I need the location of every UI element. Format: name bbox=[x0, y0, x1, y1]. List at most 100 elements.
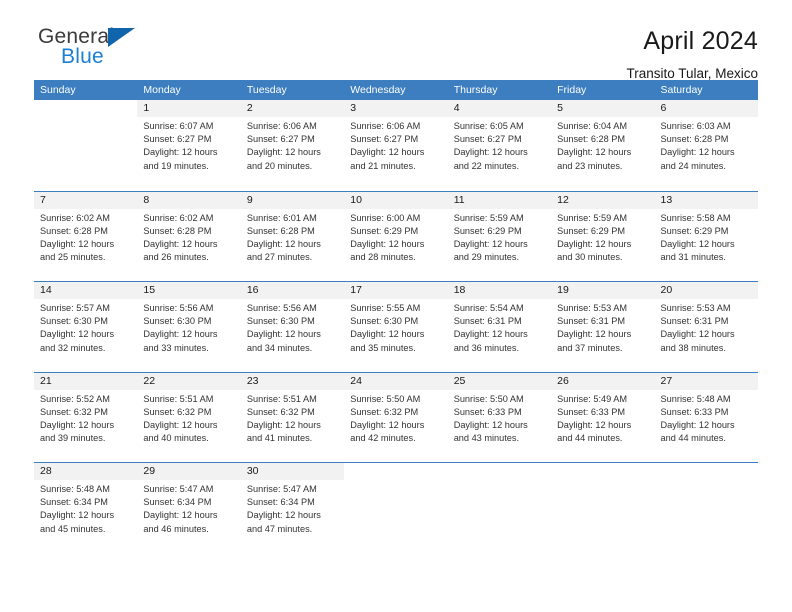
sunset-text: Sunset: 6:29 PM bbox=[660, 225, 729, 236]
day-number: 23 bbox=[246, 374, 259, 387]
day-number: 19 bbox=[557, 284, 569, 296]
day-cell-2[interactable]: 2 Sunrise: 6:06 AM Sunset: 6:27 PM Dayli… bbox=[240, 100, 345, 191]
day-info: Sunrise: 6:06 AM Sunset: 6:27 PM Dayligh… bbox=[241, 117, 344, 173]
sunrise-text: Sunrise: 5:56 AM bbox=[143, 303, 214, 313]
day-cell-27[interactable]: 27 Sunrise: 5:48 AM Sunset: 6:33 PM Dayl… bbox=[654, 372, 758, 463]
day-number-band: 23 bbox=[240, 372, 345, 390]
day-cell-1[interactable]: 1 Sunrise: 6:07 AM Sunset: 6:27 PM Dayli… bbox=[137, 100, 241, 191]
day-cell-30[interactable]: 30 Sunrise: 5:47 AM Sunset: 6:34 PM Dayl… bbox=[240, 463, 345, 553]
sunset-text: Sunset: 6:28 PM bbox=[40, 225, 108, 236]
sunrise-text: Sunrise: 5:51 AM bbox=[246, 393, 317, 404]
day-cell-15[interactable]: 15 Sunrise: 5:56 AM Sunset: 6:30 PM Dayl… bbox=[137, 282, 241, 372]
brand-logo[interactable]: General Blue bbox=[34, 26, 158, 74]
daylight-text-line1: Daylight: 12 hours bbox=[660, 419, 735, 430]
day-cell-empty bbox=[448, 463, 551, 553]
day-cell-13[interactable]: 13 Sunrise: 5:58 AM Sunset: 6:29 PM Dayl… bbox=[654, 191, 758, 282]
sunset-text: Sunset: 6:31 PM bbox=[660, 316, 729, 327]
day-number: 25 bbox=[453, 374, 466, 387]
daylight-text-line2: and 44 minutes. bbox=[660, 433, 726, 444]
sunrise-text: Sunrise: 5:54 AM bbox=[453, 303, 524, 313]
day-number-band: 27 bbox=[654, 372, 758, 390]
sunrise-text: Sunrise: 5:55 AM bbox=[350, 303, 421, 313]
day-cell-23[interactable]: 23 Sunrise: 5:51 AM Sunset: 6:32 PM Dayl… bbox=[240, 372, 345, 463]
day-info: Sunrise: 6:03 AM Sunset: 6:28 PM Dayligh… bbox=[655, 117, 758, 173]
day-cell-16[interactable]: 16 Sunrise: 5:56 AM Sunset: 6:30 PM Dayl… bbox=[240, 282, 345, 372]
daylight-text-line2: and 28 minutes. bbox=[350, 252, 416, 263]
day-info: Sunrise: 5:50 AM Sunset: 6:32 PM Dayligh… bbox=[344, 390, 447, 446]
day-number-band: 1 bbox=[137, 100, 241, 117]
day-number-band: 24 bbox=[344, 372, 448, 390]
day-cell-26[interactable]: 26 Sunrise: 5:49 AM Sunset: 6:33 PM Dayl… bbox=[551, 372, 655, 463]
day-cell-14[interactable]: 14 Sunrise: 5:57 AM Sunset: 6:30 PM Dayl… bbox=[34, 282, 138, 372]
day-cell-12[interactable]: 12 Sunrise: 5:59 AM Sunset: 6:29 PM Dayl… bbox=[551, 191, 655, 282]
sunset-text: Sunset: 6:30 PM bbox=[350, 316, 419, 327]
sunset-text: Sunset: 6:27 PM bbox=[350, 134, 419, 145]
page-header: General Blue April 2024 Transito Tular, … bbox=[34, 0, 758, 82]
day-number: 17 bbox=[350, 284, 362, 296]
sunrise-text: Sunrise: 5:58 AM bbox=[660, 212, 731, 223]
sunrise-text: Sunrise: 6:02 AM bbox=[40, 212, 110, 223]
day-info: Sunrise: 6:04 AM Sunset: 6:28 PM Dayligh… bbox=[551, 117, 654, 173]
day-number-band: 2 bbox=[240, 100, 345, 117]
daylight-text-line2: and 33 minutes. bbox=[143, 342, 209, 353]
day-info: Sunrise: 5:58 AM Sunset: 6:29 PM Dayligh… bbox=[655, 209, 758, 265]
day-cell-4[interactable]: 4 Sunrise: 6:05 AM Sunset: 6:27 PM Dayli… bbox=[447, 100, 552, 191]
weekday-header-row: Sunday Monday Tuesday Wednesday Thursday… bbox=[34, 80, 758, 100]
day-cell-3[interactable]: 3 Sunrise: 6:06 AM Sunset: 6:27 PM Dayli… bbox=[344, 100, 448, 191]
day-cell-22[interactable]: 22 Sunrise: 5:51 AM Sunset: 6:32 PM Dayl… bbox=[137, 372, 241, 463]
brand-name-blue: Blue bbox=[61, 45, 104, 68]
day-number-band bbox=[34, 100, 137, 117]
day-cell-25[interactable]: 25 Sunrise: 5:50 AM Sunset: 6:33 PM Dayl… bbox=[447, 372, 552, 463]
weekday-header-friday: Friday bbox=[557, 84, 587, 96]
day-cell-18[interactable]: 18 Sunrise: 5:54 AM Sunset: 6:31 PM Dayl… bbox=[447, 282, 552, 372]
sunrise-text: Sunrise: 5:56 AM bbox=[246, 303, 317, 313]
daylight-text-line1: Daylight: 12 hours bbox=[143, 147, 218, 158]
day-cell-8[interactable]: 8 Sunrise: 6:02 AM Sunset: 6:28 PM Dayli… bbox=[137, 191, 241, 282]
day-cell-7[interactable]: 7 Sunrise: 6:02 AM Sunset: 6:28 PM Dayli… bbox=[34, 191, 138, 282]
day-number: 4 bbox=[453, 102, 460, 114]
day-number-band: 21 bbox=[34, 372, 138, 390]
day-number: 3 bbox=[350, 102, 357, 114]
daylight-text-line1: Daylight: 12 hours bbox=[40, 419, 115, 430]
day-cell-29[interactable]: 29 Sunrise: 5:47 AM Sunset: 6:34 PM Dayl… bbox=[137, 463, 241, 553]
daylight-text-line2: and 31 minutes. bbox=[660, 252, 726, 263]
day-number-band: 9 bbox=[240, 191, 345, 209]
day-number: 26 bbox=[557, 374, 569, 387]
day-cell-20[interactable]: 20 Sunrise: 5:53 AM Sunset: 6:31 PM Dayl… bbox=[654, 282, 758, 372]
day-number-band: 17 bbox=[344, 282, 448, 299]
daylight-text-line1: Daylight: 12 hours bbox=[660, 238, 735, 249]
day-cell-5[interactable]: 5 Sunrise: 6:04 AM Sunset: 6:28 PM Dayli… bbox=[551, 100, 655, 191]
day-number-band: 12 bbox=[551, 191, 655, 209]
day-cell-10[interactable]: 10 Sunrise: 6:00 AM Sunset: 6:29 PM Dayl… bbox=[344, 191, 448, 282]
sunrise-text: Sunrise: 6:03 AM bbox=[660, 121, 731, 131]
sunset-text: Sunset: 6:27 PM bbox=[143, 134, 212, 145]
day-number-band: 15 bbox=[137, 282, 241, 299]
sunset-text: Sunset: 6:28 PM bbox=[557, 134, 626, 145]
day-number-band: 5 bbox=[551, 100, 655, 117]
day-cell-6[interactable]: 6 Sunrise: 6:03 AM Sunset: 6:28 PM Dayli… bbox=[654, 100, 758, 191]
daylight-text-line1: Daylight: 12 hours bbox=[143, 238, 218, 249]
sunrise-text: Sunrise: 6:05 AM bbox=[453, 121, 524, 131]
daylight-text-line2: and 30 minutes. bbox=[557, 252, 623, 263]
day-cell-11[interactable]: 11 Sunrise: 5:59 AM Sunset: 6:29 PM Dayl… bbox=[447, 191, 552, 282]
day-number-band: 6 bbox=[654, 100, 758, 117]
daylight-text-line1: Daylight: 12 hours bbox=[557, 147, 632, 158]
day-cell-28[interactable]: 28 Sunrise: 5:48 AM Sunset: 6:34 PM Dayl… bbox=[34, 463, 138, 553]
day-cell-24[interactable]: 24 Sunrise: 5:50 AM Sunset: 6:32 PM Dayl… bbox=[344, 372, 448, 463]
day-cell-21[interactable]: 21 Sunrise: 5:52 AM Sunset: 6:32 PM Dayl… bbox=[34, 372, 138, 463]
day-info: Sunrise: 5:47 AM Sunset: 6:34 PM Dayligh… bbox=[137, 480, 240, 536]
day-cell-19[interactable]: 19 Sunrise: 5:53 AM Sunset: 6:31 PM Dayl… bbox=[551, 282, 655, 372]
daylight-text-line2: and 47 minutes. bbox=[246, 523, 313, 534]
sunrise-text: Sunrise: 5:51 AM bbox=[143, 393, 214, 404]
day-number: 14 bbox=[40, 284, 52, 296]
triangle-logo-icon bbox=[108, 28, 135, 47]
day-info: Sunrise: 6:00 AM Sunset: 6:29 PM Dayligh… bbox=[344, 209, 447, 265]
day-info: Sunrise: 6:01 AM Sunset: 6:28 PM Dayligh… bbox=[241, 209, 344, 265]
day-cell-17[interactable]: 17 Sunrise: 5:55 AM Sunset: 6:30 PM Dayl… bbox=[344, 282, 448, 372]
daylight-text-line1: Daylight: 12 hours bbox=[453, 238, 528, 249]
sunset-text: Sunset: 6:31 PM bbox=[453, 316, 522, 327]
daylight-text-line1: Daylight: 12 hours bbox=[660, 147, 735, 158]
day-number-band: 13 bbox=[654, 191, 758, 209]
day-info: Sunrise: 5:47 AM Sunset: 6:34 PM Dayligh… bbox=[241, 480, 344, 536]
day-cell-9[interactable]: 9 Sunrise: 6:01 AM Sunset: 6:28 PM Dayli… bbox=[240, 191, 345, 282]
